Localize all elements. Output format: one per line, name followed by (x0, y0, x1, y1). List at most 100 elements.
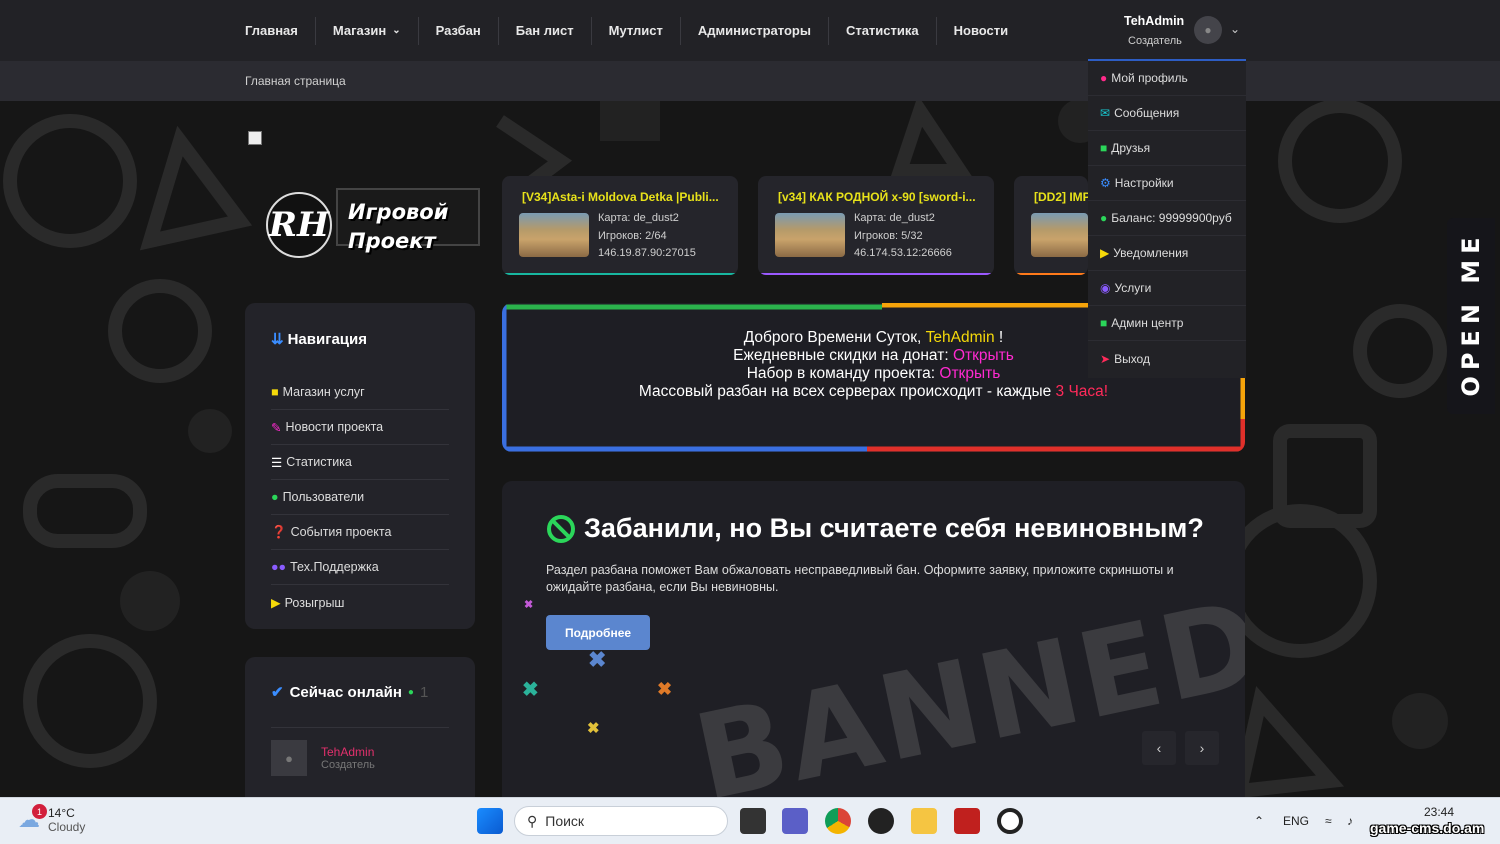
task-view-icon[interactable] (740, 808, 766, 834)
nav-label: Главная (245, 22, 298, 38)
recruit-link[interactable]: Открыть (939, 365, 1000, 382)
server-title: [v34] КАК РОДНОЙ x-90 [sword-i... (778, 190, 976, 204)
menu-item-balance[interactable]: ● Баланс: 99999900руб (1088, 201, 1246, 236)
server-title: [V34]Asta-i Moldova Detka |Publi... (522, 190, 719, 204)
ban-description: Раздел разбана поможет Вам обжаловать не… (546, 563, 1174, 594)
taskbar-search[interactable]: ⚲ Поиск (514, 806, 728, 836)
nav-banlist[interactable]: Бан лист (499, 16, 592, 45)
menu-item-profile[interactable]: ● Мой профиль (1088, 61, 1246, 96)
open-me-label: OPEN ME (1457, 231, 1485, 397)
more-button[interactable]: Подробнее (546, 615, 650, 650)
menu-item-label: Баланс: 99999900руб (1111, 211, 1232, 225)
server-info: Карта: de_dust2 Игроков: 5/32 46.174.53.… (854, 210, 952, 263)
nav-home[interactable]: Главная (228, 16, 316, 45)
wifi-icon[interactable]: ≈ (1325, 814, 1332, 828)
server-card[interactable]: [v34] КАК РОДНОЙ x-90 [sword-i... Карта:… (758, 176, 994, 275)
online-user[interactable]: ● TehAdmin Создатель (271, 740, 375, 776)
logo-mark: RH (266, 192, 332, 258)
open-me-tab[interactable]: OPEN ME (1447, 218, 1495, 414)
piggy-icon: ● (1100, 211, 1108, 225)
map-thumbnail (519, 213, 589, 257)
ban-title: Забанили, но Вы считаете себя невиновным… (546, 513, 1204, 544)
clock-time[interactable]: 23:44 (1424, 805, 1454, 819)
nav-shop[interactable]: Магазин ⌄ (316, 16, 419, 45)
top-navbar: Главная Магазин ⌄ Разбан Бан лист Мутлист… (0, 0, 1500, 61)
sidebar-item-label: Пользователи (282, 490, 365, 504)
menu-item-admin[interactable]: ■ Админ центр (1088, 306, 1246, 341)
windows-start-icon[interactable] (477, 808, 503, 834)
chevron-down-icon: ⌄ (1230, 22, 1241, 36)
server-card[interactable]: [DD2] IMP (1014, 176, 1088, 275)
decor-x-icon: ✖ (587, 720, 600, 737)
server-players: Игроков: 5/32 (854, 229, 923, 242)
welcome-unban-text: Массовый разбан на всех серверах происхо… (638, 383, 1056, 400)
breadcrumb[interactable]: Главная страница (245, 74, 346, 88)
server-card[interactable]: [V34]Asta-i Moldova Detka |Publi... Карт… (502, 176, 738, 275)
cm-app-icon[interactable] (868, 808, 894, 834)
slider-prev-button[interactable]: ‹ (1142, 731, 1176, 765)
user-circle-icon: ◉ (1100, 281, 1111, 295)
user-avatar-icon: ● (1204, 23, 1212, 37)
sidebar-item-shop[interactable]: ■ Магазин услуг (271, 375, 449, 410)
nav-unban[interactable]: Разбан (419, 16, 499, 45)
welcome-recruit-text: Набор в команду проекта: (746, 365, 940, 382)
volume-icon[interactable]: ♪ (1347, 814, 1353, 828)
sidebar-item-stats[interactable]: ☰ Статистика (271, 445, 449, 480)
nav-label: Разбан (435, 22, 481, 38)
welcome-excl: ! (994, 329, 1004, 346)
language-indicator[interactable]: ENG (1283, 814, 1309, 828)
chrome-icon[interactable] (825, 808, 851, 834)
user-icon: ● (271, 490, 279, 504)
weather-widget[interactable]: ☁ 1 14°C Cloudy (18, 804, 85, 834)
megaphone-icon: ▶ (271, 596, 281, 610)
filezilla-icon[interactable] (954, 808, 980, 834)
online-user-role: Создатель (321, 759, 375, 771)
discount-link[interactable]: Открыть (953, 347, 1014, 364)
menu-item-messages[interactable]: ✉ Сообщения (1088, 96, 1246, 131)
sidebar-item-label: Новости проекта (285, 420, 384, 434)
nav-news[interactable]: Новости (937, 17, 1026, 45)
site-logo[interactable]: RH Игровой Проект (266, 188, 480, 262)
gear-icon: ⚙ (1100, 176, 1111, 190)
sidebar-item-users[interactable]: ● Пользователи (271, 480, 449, 515)
menu-item-services[interactable]: ◉ Услуги (1088, 271, 1246, 306)
menu-item-logout[interactable]: ➤ Выход (1088, 341, 1246, 376)
menu-item-notifications[interactable]: ▶ Уведомления (1088, 236, 1246, 271)
windows-taskbar: ☁ 1 14°C Cloudy ⚲ Поиск ⌃ ENG ≈ ♪ 23:44 (0, 797, 1500, 844)
menu-item-label: Мой профиль (1111, 71, 1188, 85)
question-icon: ❓ (271, 524, 287, 539)
sidebar-title: ⇊ Навигация (271, 330, 367, 349)
sidebar-item-support[interactable]: ●● Тех.Поддержка (271, 550, 449, 585)
user-avatar-icon: ● (285, 750, 293, 766)
weather-temp: 14°C (48, 806, 75, 820)
slider-next-button[interactable]: › (1185, 731, 1219, 765)
recorder-icon[interactable] (997, 808, 1023, 834)
nav-mutelist[interactable]: Мутлист (592, 16, 681, 45)
sidebar-item-events[interactable]: ❓ События проекта (271, 515, 449, 550)
chat-icon[interactable] (782, 808, 808, 834)
tray-chevron-up-icon[interactable]: ⌃ (1254, 814, 1264, 828)
menu-item-settings[interactable]: ⚙ Настройки (1088, 166, 1246, 201)
sidebar-item-label: Розыгрыш (284, 595, 345, 610)
sidebar-list: ■ Магазин услуг ✎ Новости проекта ☰ Статист… (271, 375, 449, 620)
handshake-icon: ■ (1100, 141, 1108, 155)
avatar: ● (271, 740, 307, 776)
map-thumbnail (775, 213, 845, 257)
user-name: TehAdmin (1124, 14, 1185, 28)
file-explorer-icon[interactable] (911, 808, 937, 834)
nav-label: Статистика (845, 22, 919, 38)
nav-label: Магазин (332, 22, 387, 38)
sidebar-item-giveaway[interactable]: ▶ Розыгрыш (271, 585, 449, 620)
nav-label: Администраторы (697, 22, 811, 38)
sidebar-item-news[interactable]: ✎ Новости проекта (271, 410, 449, 445)
menu-item-friends[interactable]: ■ Друзья (1088, 131, 1246, 166)
lock-icon: ■ (1100, 316, 1108, 330)
chevron-down-icon: ⌄ (392, 24, 401, 36)
logo-line1: Игровой (348, 200, 449, 224)
server-address: 46.174.53.12:26666 (854, 247, 952, 259)
user-menu-toggle[interactable]: TehAdmin Создатель ● ⌄ (1088, 0, 1246, 61)
sidebar-title-text: Навигация (287, 330, 367, 348)
site-watermark: game-cms.do.am (1370, 820, 1485, 836)
nav-stats[interactable]: Статистика (829, 16, 937, 45)
nav-admins[interactable]: Администраторы (681, 16, 829, 45)
